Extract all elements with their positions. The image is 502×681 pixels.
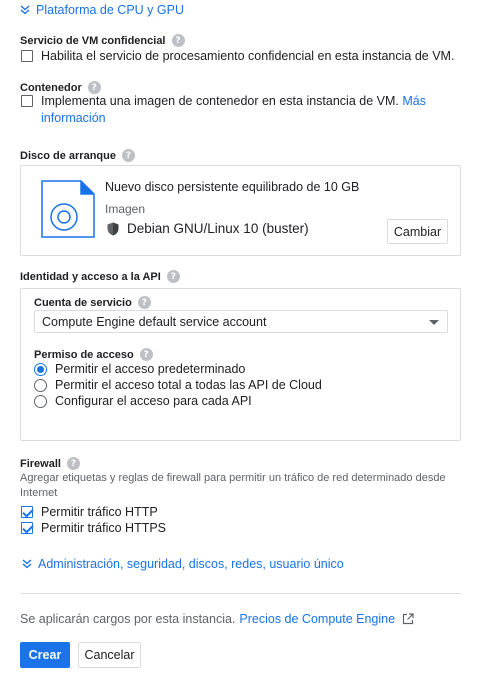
divider: [20, 593, 461, 594]
more-info-link-cont[interactable]: información: [41, 111, 106, 125]
boot-disk-os-name: Debian GNU/Linux 10 (buster): [127, 221, 309, 236]
http-checkbox[interactable]: [21, 506, 33, 518]
boot-disk-card: Nuevo disco persistente equilibrado de 1…: [20, 165, 461, 256]
help-icon[interactable]: ?: [66, 457, 80, 470]
confidential-vm-checkbox-label: Habilita el servicio de procesamiento co…: [41, 49, 455, 63]
access-option-full[interactable]: Permitir el acceso total a todas las API…: [34, 378, 322, 392]
cancel-button[interactable]: Cancelar: [78, 642, 141, 668]
double-chevron-down-icon: [22, 559, 32, 569]
help-icon[interactable]: ?: [139, 348, 153, 361]
access-permission-label: Permiso de acceso ?: [34, 348, 153, 361]
cpu-gpu-expander[interactable]: Plataforma de CPU y GPU: [20, 3, 184, 17]
confidential-vm-option[interactable]: Habilita el servicio de procesamiento co…: [21, 48, 481, 65]
disk-icon: [41, 180, 95, 238]
pricing-link[interactable]: Precios de Compute Engine: [239, 612, 395, 626]
access-radio-full[interactable]: [34, 378, 47, 392]
confidential-vm-title: Servicio de VM confidencial ?: [20, 34, 185, 47]
access-option-custom[interactable]: Configurar el acceso para cada API: [34, 394, 252, 408]
container-checkbox-text: Implementa una imagen de contenedor en e…: [41, 94, 426, 125]
container-checkbox[interactable]: [21, 95, 33, 107]
cpu-gpu-label: Plataforma de CPU y GPU: [36, 3, 184, 17]
https-checkbox[interactable]: [21, 522, 33, 534]
double-chevron-down-icon: [20, 5, 30, 15]
charges-text: Se aplicarán cargos por esta instancia.: [20, 612, 236, 626]
external-link-icon[interactable]: [402, 613, 414, 625]
boot-disk-description: Nuevo disco persistente equilibrado de 1…: [105, 180, 360, 194]
help-icon[interactable]: ?: [166, 270, 180, 283]
more-info-link[interactable]: Más: [402, 94, 426, 108]
confidential-vm-checkbox[interactable]: [21, 50, 33, 62]
access-radio-custom[interactable]: [34, 394, 47, 408]
help-icon[interactable]: ?: [171, 34, 185, 47]
boot-disk-image-label: Imagen: [105, 202, 146, 216]
advanced-expander[interactable]: Administración, seguridad, discos, redes…: [22, 557, 344, 571]
advanced-label: Administración, seguridad, discos, redes…: [38, 557, 344, 571]
https-label: Permitir tráfico HTTPS: [41, 521, 167, 535]
create-button[interactable]: Crear: [20, 642, 70, 668]
help-icon[interactable]: ?: [137, 296, 151, 309]
boot-disk-os: Debian GNU/Linux 10 (buster): [107, 221, 309, 236]
container-option[interactable]: Implementa una imagen de contenedor en e…: [21, 93, 461, 127]
access-option-default[interactable]: Permitir el acceso predeterminado: [34, 362, 245, 376]
service-account-label: Cuenta de servicio ?: [34, 296, 151, 309]
http-option[interactable]: Permitir tráfico HTTP: [21, 504, 158, 521]
access-radio-default[interactable]: [34, 362, 47, 376]
service-account-select[interactable]: Compute Engine default service account: [34, 310, 448, 333]
boot-disk-title: Disco de arranque ?: [20, 149, 135, 162]
charges-line: Se aplicarán cargos por esta instancia. …: [20, 612, 414, 626]
help-icon[interactable]: ?: [121, 149, 135, 162]
firewall-title: Firewall ?: [20, 457, 80, 470]
firewall-description: Agregar etiquetas y reglas de firewall p…: [20, 472, 446, 499]
change-disk-button[interactable]: Cambiar: [387, 219, 448, 244]
http-label: Permitir tráfico HTTP: [41, 505, 158, 519]
shield-icon: [107, 222, 119, 235]
https-option[interactable]: Permitir tráfico HTTPS: [21, 520, 166, 537]
identity-card: Cuenta de servicio ? Compute Engine defa…: [20, 288, 461, 441]
identity-title: Identidad y acceso a la API ?: [20, 270, 180, 283]
dropdown-arrow-icon: [429, 320, 439, 325]
service-account-value: Compute Engine default service account: [42, 314, 267, 329]
